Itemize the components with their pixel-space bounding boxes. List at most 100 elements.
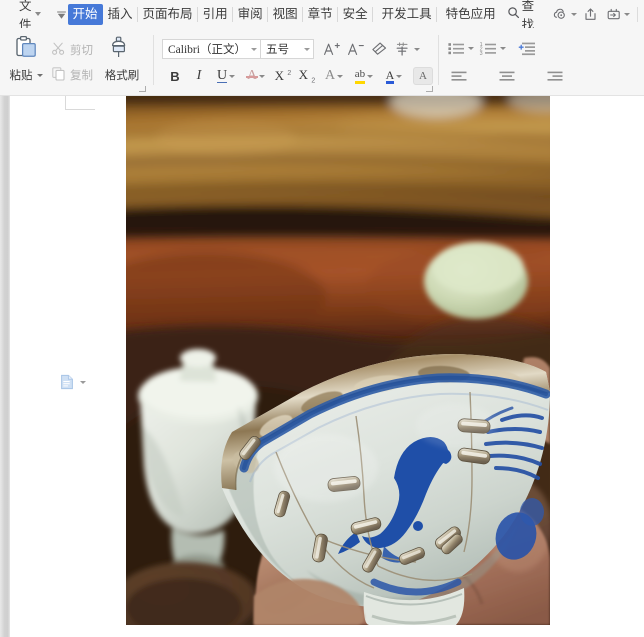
tab-insert[interactable]: 插入: [103, 4, 138, 25]
tab-security[interactable]: 安全: [338, 4, 373, 25]
character-border-button[interactable]: A: [413, 67, 433, 85]
numbered-list-icon[interactable]: 1 2 3: [477, 37, 507, 59]
underline-label: U: [216, 68, 228, 83]
menu-divider: [637, 6, 639, 22]
tab-review[interactable]: 审阅: [233, 4, 268, 25]
collaborate-icon[interactable]: [603, 3, 632, 25]
bold-label: B: [170, 68, 180, 84]
paragraph-row-bottom: [445, 66, 569, 88]
highlight-label: ab: [354, 68, 366, 80]
paragraph-row-top: 1 2 3: [445, 37, 569, 59]
chevron-down-icon: [34, 12, 41, 16]
chevron-down-icon[interactable]: [304, 47, 310, 51]
character-border-label: A: [419, 70, 427, 82]
porcelain-bowl-photo[interactable]: [126, 96, 550, 625]
font-dialog-launcher[interactable]: [426, 86, 434, 94]
group-divider: [153, 35, 154, 85]
tab-label: 插入: [107, 6, 133, 21]
tab-view[interactable]: 视图: [268, 4, 303, 25]
clear-formatting-eraser-icon[interactable]: [368, 38, 392, 60]
font-name-value: Calibri（正文）: [168, 44, 246, 56]
cut-button: 剪切: [48, 39, 98, 61]
align-left-icon[interactable]: [445, 66, 473, 88]
cut-copy-column: 剪切 复制: [48, 30, 98, 95]
cloud-sync-icon[interactable]: [550, 3, 579, 25]
chevron-down-icon: [259, 74, 266, 78]
text-effects-label: A: [324, 68, 336, 83]
clipboard-group: 粘贴 剪切 复制 格式刷: [0, 30, 151, 95]
italic-button[interactable]: I: [187, 65, 211, 87]
font-row-bottom: B I U A X: [162, 65, 433, 87]
bold-button[interactable]: B: [163, 65, 187, 87]
tab-label: 审阅: [237, 6, 263, 21]
margin-corner-marker: [65, 96, 95, 110]
font-size-value: 五号: [266, 44, 289, 56]
chevron-down-icon: [623, 12, 630, 16]
tab-references[interactable]: 引用: [198, 4, 233, 25]
chevron-down-icon[interactable]: [251, 47, 257, 51]
chevron-down-icon: [396, 74, 403, 78]
tab-page-layout[interactable]: 页面布局: [138, 4, 198, 25]
subscript-button[interactable]: X 2: [295, 65, 319, 87]
clipboard-paste-icon: [13, 35, 39, 64]
font-name-input[interactable]: Calibri（正文）: [162, 39, 260, 59]
menu-bar: 文件 开始 插入 页面布局 引用 审阅 视图 章节 安全 开发工具 特色应用 查…: [0, 0, 644, 32]
tab-label: 视图: [272, 6, 298, 21]
copy-icon: [51, 66, 66, 84]
ribbon-tab-list: 开始 插入 页面布局 引用 审阅 视图 章节 安全 开发工具 特色应用: [67, 0, 501, 28]
bullet-list-icon[interactable]: [445, 37, 475, 59]
document-page[interactable]: [10, 96, 644, 637]
format-painter-label: 格式刷: [104, 70, 140, 82]
tab-label: 开始: [72, 6, 98, 21]
chevron-down-icon: [499, 46, 506, 50]
font-color-label: A: [385, 67, 395, 82]
paragraph-group: 1 2 3: [441, 30, 573, 95]
copy-button: 复制: [48, 64, 98, 86]
tab-featured-apps[interactable]: 特色应用: [441, 4, 501, 25]
search-icon: [507, 6, 520, 22]
paste-options-icon[interactable]: [60, 374, 86, 390]
clipboard-dialog-launcher[interactable]: [139, 86, 147, 94]
quick-access-toolbar-icon[interactable]: [55, 6, 68, 22]
chevron-down-icon: [337, 74, 344, 78]
phonetic-guide-icon[interactable]: [392, 38, 422, 60]
paste-button[interactable]: 粘贴: [4, 30, 48, 95]
tab-label: 特色应用: [445, 6, 496, 21]
tab-label: 引用: [202, 6, 228, 21]
wps-writer-window: 文件 开始 插入 页面布局 引用 审阅 视图 章节 安全 开发工具 特色应用 查…: [0, 0, 644, 637]
chevron-down-icon: [414, 47, 420, 51]
align-center-icon[interactable]: [493, 66, 521, 88]
left-gutter: [0, 96, 10, 637]
decrease-font-size-icon[interactable]: [344, 38, 368, 60]
tab-developer-tools[interactable]: 开发工具: [377, 4, 437, 25]
document-area: [0, 96, 644, 637]
chevron-down-icon: [36, 73, 43, 77]
underline-button[interactable]: U: [211, 65, 241, 87]
tab-label: 安全: [342, 6, 368, 21]
scissors-icon: [51, 41, 66, 59]
font-group: Calibri（正文） 五号 B I U X 2 X 2 A ab A A: [156, 30, 436, 95]
increase-font-size-icon[interactable]: [320, 38, 344, 60]
font-size-input[interactable]: 五号: [260, 39, 314, 59]
text-effects-button[interactable]: A: [319, 65, 349, 87]
tab-start[interactable]: 开始: [67, 3, 103, 25]
align-right-icon[interactable]: [541, 66, 569, 88]
font-color-button[interactable]: A: [379, 65, 409, 87]
tab-label: 章节: [307, 6, 333, 21]
share-export-icon[interactable]: [579, 3, 603, 25]
highlight-color-button[interactable]: ab: [349, 65, 379, 87]
superscript-label: X: [274, 68, 285, 83]
tab-section[interactable]: 章节: [303, 4, 338, 25]
chevron-down-icon: [570, 12, 577, 16]
strikethrough-button[interactable]: A: [241, 65, 271, 87]
subscript-label: X: [298, 67, 309, 83]
chevron-down-icon: [229, 74, 236, 78]
font-row-top: Calibri（正文） 五号: [162, 38, 433, 60]
chevron-down-icon[interactable]: [80, 380, 86, 384]
tab-label: 页面布局: [142, 6, 193, 21]
multilevel-list-icon[interactable]: [513, 37, 541, 59]
ribbon-toolbar: 粘贴 剪切 复制 格式刷 Calibri（正文） 五号 B I U X 2 X …: [0, 28, 644, 96]
italic-label: I: [196, 68, 202, 83]
group-divider: [438, 35, 439, 85]
superscript-button[interactable]: X 2: [271, 65, 295, 87]
